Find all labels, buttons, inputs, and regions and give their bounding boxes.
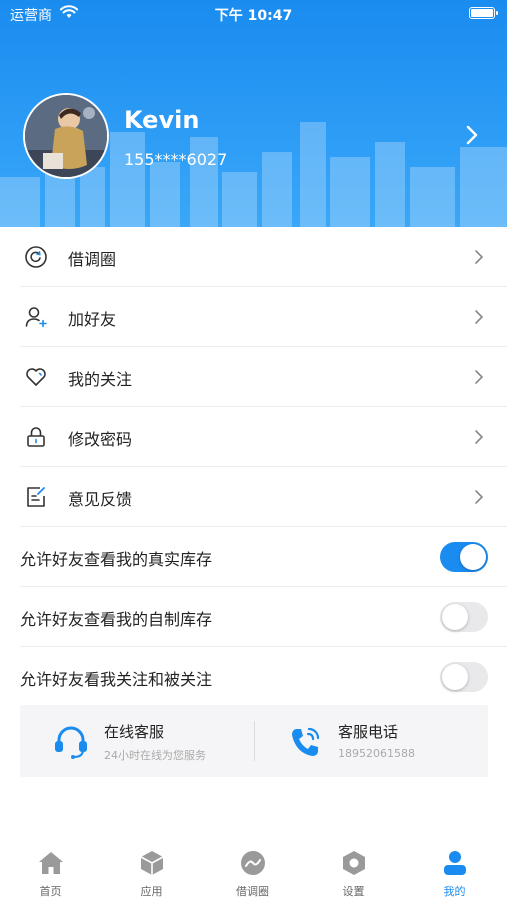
- service-phone-number: 18952061588: [338, 747, 415, 760]
- tab-label: 借调圈: [236, 885, 269, 898]
- menu-item-label: 意见反馈: [68, 490, 133, 509]
- toggle-row-follows-visibility: 允许好友看我关注和被关注: [0, 647, 507, 707]
- home-icon: [39, 852, 63, 874]
- tab-mine[interactable]: 我的: [404, 840, 505, 900]
- tab-apps[interactable]: 应用: [101, 840, 202, 900]
- real-inventory-toggle[interactable]: [440, 542, 488, 572]
- online-service-button[interactable]: 在线客服 24小时在线为您服务: [20, 705, 254, 777]
- settings-menu: 借调圈 加好友 我的关注 修改密码 意见反馈 允许好友查看我的真实库存 允许好友…: [0, 227, 507, 707]
- circle-icon: [241, 851, 265, 875]
- chevron-right-icon: [475, 490, 484, 504]
- user-icon: [444, 851, 466, 875]
- menu-item-feedback[interactable]: 意见反馈: [0, 467, 507, 527]
- menu-item-label: 修改密码: [68, 430, 133, 449]
- tab-label: 应用: [140, 885, 163, 898]
- heart-icon: [26, 368, 46, 386]
- service-phone-title: 客服电话: [338, 723, 399, 741]
- toggle-row-custom-inventory: 允许好友查看我的自制库存: [0, 587, 507, 647]
- toggle-knob: [442, 604, 468, 630]
- tab-settings[interactable]: 设置: [303, 840, 404, 900]
- toggle-knob: [460, 544, 486, 570]
- avatar-image: [25, 95, 107, 177]
- tab-home[interactable]: 首页: [0, 840, 101, 900]
- toggle-label: 允许好友查看我的自制库存: [20, 610, 213, 629]
- service-phone-button[interactable]: 客服电话 18952061588: [254, 705, 488, 777]
- tab-label: 设置: [342, 885, 365, 898]
- cube-icon: [140, 851, 164, 875]
- feedback-edit-icon: [27, 487, 45, 507]
- menu-item-add-friend[interactable]: 加好友: [0, 287, 507, 347]
- lock-icon: [27, 427, 45, 447]
- chevron-right-icon[interactable]: [462, 124, 482, 146]
- chevron-right-icon: [475, 310, 484, 324]
- toggle-label: 允许好友查看我的真实库存: [20, 550, 213, 569]
- toggle-knob: [442, 664, 468, 690]
- battery-icon: [469, 7, 498, 19]
- chevron-right-icon: [475, 250, 484, 264]
- hexagon-icon: [343, 851, 365, 875]
- menu-item-label: 我的关注: [68, 370, 133, 389]
- status-bar: 运营商 下午 10:47: [0, 0, 507, 28]
- circle-refresh-icon: [25, 246, 47, 268]
- bottom-tab-bar: 首页 应用 借调圈 设置 我的: [0, 840, 507, 900]
- tab-label: 我的: [443, 885, 466, 898]
- status-time: 下午 10:47: [214, 8, 293, 24]
- toggle-label: 允许好友看我关注和被关注: [20, 670, 213, 689]
- follows-visibility-toggle[interactable]: [440, 662, 488, 692]
- menu-item-my-follows[interactable]: 我的关注: [0, 347, 507, 407]
- menu-item-label: 借调圈: [68, 250, 117, 269]
- online-service-subtitle: 24小时在线为您服务: [104, 749, 206, 762]
- chevron-right-icon: [475, 430, 484, 444]
- menu-item-borrow-circle[interactable]: 借调圈: [0, 227, 507, 287]
- toggle-row-real-inventory: 允许好友查看我的真实库存: [0, 527, 507, 587]
- menu-item-change-password[interactable]: 修改密码: [0, 407, 507, 467]
- menu-item-label: 加好友: [68, 310, 117, 329]
- avatar[interactable]: [23, 93, 109, 179]
- add-friend-icon: [25, 307, 47, 328]
- tab-label: 首页: [39, 885, 62, 898]
- tab-borrow-circle[interactable]: 借调圈: [202, 840, 303, 900]
- phone-icon: [292, 727, 320, 756]
- phone-number: 155****6027: [124, 150, 228, 169]
- custom-inventory-toggle[interactable]: [440, 602, 488, 632]
- chevron-right-icon: [475, 370, 484, 384]
- profile-header[interactable]: 运营商 下午 10:47 Kevin 155****6027: [0, 0, 507, 227]
- online-service-title: 在线客服: [104, 723, 165, 741]
- headset-icon: [55, 726, 87, 759]
- username: Kevin: [124, 106, 200, 134]
- customer-service-panel: 在线客服 24小时在线为您服务 客服电话 18952061588: [20, 705, 488, 777]
